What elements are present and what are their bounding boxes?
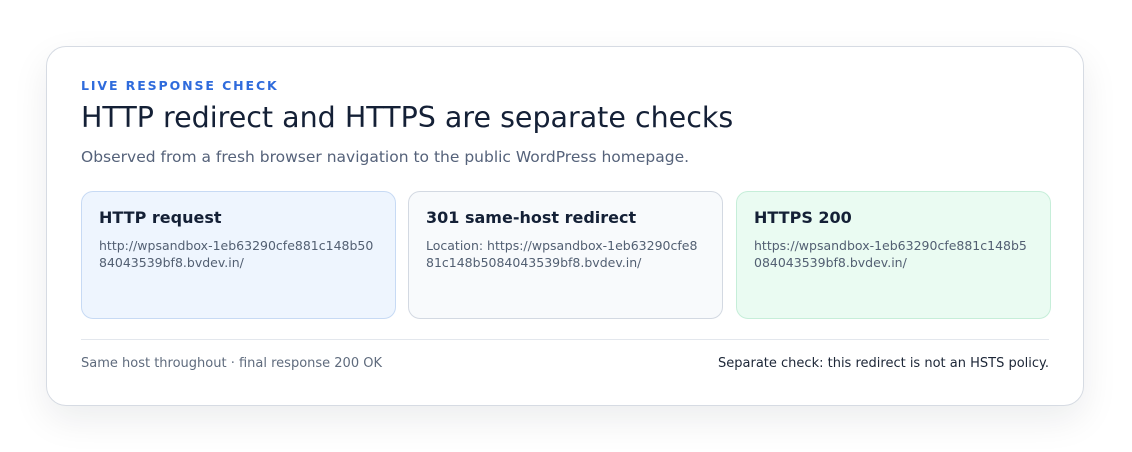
- tile-title: HTTPS 200: [754, 208, 852, 227]
- redirect-tile: 301 same-host redirect Location: https:/…: [408, 191, 723, 319]
- footer-summary: Same host throughout · final response 20…: [81, 356, 382, 371]
- page-subtitle: Observed from a fresh browser navigation…: [81, 148, 690, 166]
- footer-note: Separate check: this redirect is not an …: [718, 356, 1049, 371]
- https-200-tile: HTTPS 200 https://wpsandbox-1eb63290cfe8…: [736, 191, 1051, 319]
- tile-location: Location: https://wpsandbox-1eb63290cfe8…: [426, 238, 698, 270]
- tile-url: https://wpsandbox-1eb63290cfe881c148b508…: [754, 238, 1027, 270]
- http-request-tile: HTTP request http://wpsandbox-1eb63290cf…: [81, 191, 396, 319]
- response-check-card: LIVE RESPONSE CHECK HTTP redirect and HT…: [46, 46, 1084, 406]
- tile-url: http://wpsandbox-1eb63290cfe881c148b5084…: [99, 238, 374, 270]
- divider: [81, 339, 1049, 340]
- page-title: HTTP redirect and HTTPS are separate che…: [81, 101, 734, 134]
- tile-title: 301 same-host redirect: [426, 208, 637, 227]
- tile-title: HTTP request: [99, 208, 222, 227]
- eyebrow-label: LIVE RESPONSE CHECK: [81, 78, 279, 93]
